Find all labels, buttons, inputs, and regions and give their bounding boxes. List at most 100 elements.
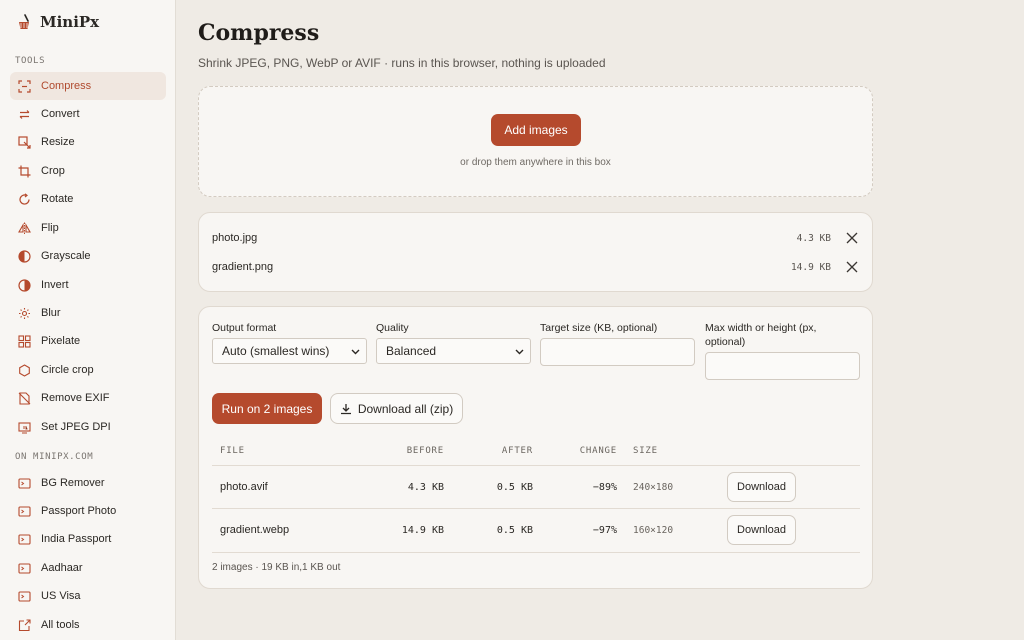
sidebar-item-rotate[interactable]: Rotate bbox=[10, 185, 166, 213]
sidebar-item-crop[interactable]: Crop bbox=[10, 157, 166, 185]
sidebar-item-label: Aadhaar bbox=[41, 562, 83, 574]
remove-file-close-icon[interactable] bbox=[845, 231, 859, 245]
sidebar-item-label: Invert bbox=[41, 279, 69, 291]
chevron-down-icon bbox=[515, 347, 524, 356]
column-header-size: SIZE bbox=[633, 446, 658, 456]
output-format-label: Output format bbox=[212, 322, 277, 334]
external-link-icon bbox=[18, 505, 31, 518]
sidebar-item-label: Crop bbox=[41, 165, 65, 177]
sidebar-item-label: BG Remover bbox=[41, 477, 105, 489]
brand[interactable]: MiniPx bbox=[16, 13, 99, 31]
sidebar-item-invert[interactable]: Invert bbox=[10, 271, 166, 299]
file-size: 14.9 KB bbox=[790, 261, 831, 273]
page-title: Compress bbox=[198, 20, 320, 46]
remove-exif-icon bbox=[18, 391, 31, 405]
sidebar-item-label: Convert bbox=[41, 108, 80, 120]
results-summary: 2 images · 19 KB in,1 KB out bbox=[212, 562, 341, 573]
run-compress-button[interactable]: Run on 2 images bbox=[212, 393, 322, 424]
sidebar-item-label: Circle crop bbox=[41, 364, 94, 376]
max-dimension-field: Max width or height (px, optional) bbox=[705, 321, 855, 349]
result-after: 0.5 KB bbox=[496, 482, 533, 493]
sidebar-item-bg-remover[interactable]: BG Remover bbox=[10, 469, 166, 497]
compress-settings-panel: Output format Auto (smallest wins) Quali… bbox=[198, 306, 873, 589]
chevron-down-icon bbox=[351, 347, 360, 356]
sidebar-item-label: Pixelate bbox=[41, 335, 81, 347]
result-before: 4.3 KB bbox=[407, 482, 444, 493]
download-icon bbox=[340, 403, 352, 415]
output-format-value: Auto (smallest wins) bbox=[222, 344, 330, 358]
column-header-file: FILE bbox=[220, 446, 245, 456]
sidebar-item-label: US Visa bbox=[41, 590, 81, 602]
sidebar-item-passport-photo[interactable]: Passport Photo bbox=[10, 497, 166, 525]
result-dimensions: 240×180 bbox=[633, 482, 674, 493]
max-dimension-input[interactable] bbox=[705, 352, 860, 380]
rotate-icon bbox=[18, 192, 31, 206]
sidebar-item-label: Rotate bbox=[41, 193, 74, 205]
page-subtitle: Shrink JPEG, PNG, WebP or AVIF · runs in… bbox=[198, 56, 606, 70]
convert-icon bbox=[18, 108, 31, 121]
quality-label: Quality bbox=[376, 322, 409, 334]
dpi-icon bbox=[18, 421, 31, 434]
sidebar-item-compress[interactable]: Compress bbox=[10, 72, 166, 100]
result-change: −97% bbox=[592, 525, 617, 536]
sidebar-item-label: Passport Photo bbox=[41, 505, 117, 517]
result-file-name: photo.avif bbox=[220, 481, 268, 493]
target-size-field: Target size (KB, optional) bbox=[540, 321, 695, 335]
add-images-button[interactable]: Add images bbox=[491, 114, 581, 146]
remove-file-close-icon[interactable] bbox=[845, 260, 859, 274]
sidebar-item-resize[interactable]: Resize bbox=[10, 128, 166, 156]
resize-icon bbox=[18, 135, 31, 149]
result-dimensions: 160×120 bbox=[633, 525, 674, 536]
sidebar-item-remove-exif[interactable]: Remove EXIF bbox=[10, 384, 166, 412]
sidebar-item-convert[interactable]: Convert bbox=[10, 100, 166, 128]
image-dropzone[interactable]: Add images or drop them anywhere in this… bbox=[198, 86, 873, 197]
blur-icon bbox=[18, 307, 31, 320]
sidebar-item-aadhaar[interactable]: Aadhaar bbox=[10, 554, 166, 582]
sidebar-item-circle-crop[interactable]: Circle crop bbox=[10, 356, 166, 384]
column-header-change: CHANGE bbox=[579, 446, 617, 456]
sidebar-item-label: Grayscale bbox=[41, 250, 91, 262]
download-button[interactable]: Download bbox=[727, 472, 796, 502]
sidebar-item-india-passport[interactable]: India Passport bbox=[10, 525, 166, 553]
file-name: gradient.png bbox=[212, 261, 274, 273]
external-link-icon bbox=[18, 590, 31, 603]
column-header-before: BEFORE bbox=[406, 446, 444, 456]
sidebar-item-flip[interactable]: Flip bbox=[10, 214, 166, 242]
external-section-label: ON MINIPX.COM bbox=[15, 452, 94, 462]
column-header-after: AFTER bbox=[501, 446, 533, 456]
sidebar-item-all-tools[interactable]: All tools bbox=[10, 611, 166, 639]
table-divider bbox=[212, 465, 860, 466]
sidebar-item-us-visa[interactable]: US Visa bbox=[10, 582, 166, 610]
compress-icon bbox=[18, 79, 31, 93]
external-link-icon bbox=[18, 533, 31, 546]
sidebar-item-blur[interactable]: Blur bbox=[10, 299, 166, 327]
output-format-field: Output format bbox=[212, 321, 367, 335]
download-button[interactable]: Download bbox=[727, 515, 796, 545]
brand-name: MiniPx bbox=[40, 13, 100, 31]
sidebar-item-label: Remove EXIF bbox=[41, 392, 110, 404]
sidebar-item-label: All tools bbox=[41, 619, 80, 631]
sidebar-item-grayscale[interactable]: Grayscale bbox=[10, 242, 166, 270]
flip-icon bbox=[18, 222, 31, 235]
file-name: photo.jpg bbox=[212, 232, 258, 244]
tools-section-label: TOOLS bbox=[15, 56, 46, 66]
target-size-input[interactable] bbox=[540, 338, 695, 366]
sidebar-item-label: Resize bbox=[41, 136, 75, 148]
crop-icon bbox=[18, 165, 31, 178]
sidebar-item-set-jpeg-dpi[interactable]: Set JPEG DPI bbox=[10, 413, 166, 441]
grayscale-icon bbox=[18, 249, 31, 263]
result-after: 0.5 KB bbox=[496, 525, 533, 536]
table-divider bbox=[212, 552, 860, 553]
quality-select[interactable]: Balanced bbox=[376, 338, 531, 364]
file-size: 4.3 KB bbox=[796, 232, 831, 244]
download-all-zip-button[interactable]: Download all (zip) bbox=[330, 393, 463, 424]
sidebar-item-label: Blur bbox=[41, 307, 61, 319]
sidebar-item-label: Flip bbox=[41, 222, 59, 234]
file-item: gradient.png 14.9 KB bbox=[212, 257, 859, 277]
file-list: photo.jpg 4.3 KB gradient.png 14.9 KB bbox=[198, 212, 873, 292]
result-change: −89% bbox=[592, 482, 617, 493]
table-divider bbox=[212, 508, 860, 509]
sidebar-item-pixelate[interactable]: Pixelate bbox=[10, 327, 166, 355]
output-format-select[interactable]: Auto (smallest wins) bbox=[212, 338, 367, 364]
sidebar-item-label: Compress bbox=[41, 80, 92, 92]
